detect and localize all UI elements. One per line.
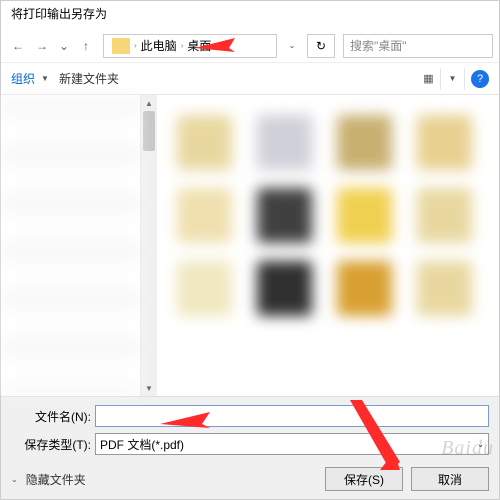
hide-folders-link[interactable]: 隐藏文件夹: [26, 471, 317, 488]
crumb-this-pc[interactable]: 此电脑: [141, 37, 177, 54]
scroll-down-icon[interactable]: ▼: [141, 380, 157, 396]
chevron-down-icon[interactable]: ⌄: [11, 475, 18, 484]
folder-icon: [112, 38, 130, 54]
filetype-select[interactable]: PDF 文档(*.pdf) ⌄: [95, 433, 489, 455]
file-thumb[interactable]: [177, 261, 232, 316]
forward-button[interactable]: →: [31, 35, 53, 57]
search-placeholder: 搜索"桌面": [350, 37, 407, 54]
dropdown-history-icon[interactable]: ⌄: [55, 35, 73, 57]
search-input[interactable]: 搜索"桌面": [343, 34, 493, 58]
scroll-up-icon[interactable]: ▲: [141, 95, 157, 111]
file-thumb[interactable]: [417, 261, 472, 316]
help-icon[interactable]: ?: [471, 70, 489, 88]
chevron-right-icon: ›: [134, 41, 137, 50]
file-thumb[interactable]: [417, 115, 472, 170]
filename-label: 文件名(N):: [11, 408, 91, 425]
file-thumb[interactable]: [177, 188, 232, 243]
file-thumb[interactable]: [337, 188, 392, 243]
filetype-value: PDF 文档(*.pdf): [100, 436, 184, 453]
crumb-desktop[interactable]: 桌面: [187, 37, 211, 54]
chevron-right-icon: ›: [181, 41, 184, 50]
organize-menu[interactable]: 组织: [11, 70, 35, 87]
file-thumb[interactable]: [257, 261, 312, 316]
file-thumb[interactable]: [417, 188, 472, 243]
new-folder-button[interactable]: 新建文件夹: [59, 70, 119, 87]
view-mode-button[interactable]: ▦: [417, 68, 441, 90]
file-grid[interactable]: [157, 95, 499, 396]
chevron-right-icon: ›: [215, 41, 218, 50]
dialog-title: 将打印输出另存为: [1, 1, 499, 29]
file-thumb[interactable]: [177, 115, 232, 170]
file-thumb[interactable]: [257, 115, 312, 170]
sidebar-scrollbar[interactable]: ▲ ▼: [141, 95, 157, 396]
file-thumb[interactable]: [337, 115, 392, 170]
dialog-body: ▲ ▼: [1, 95, 499, 396]
watermark: Baidu: [441, 437, 494, 460]
sidebar[interactable]: [1, 95, 141, 396]
back-button[interactable]: ←: [7, 35, 29, 57]
path-dropdown-icon[interactable]: ⌄: [283, 35, 301, 57]
view-dropdown-icon[interactable]: ▼: [441, 68, 465, 90]
up-button[interactable]: ↑: [75, 35, 97, 57]
filename-input[interactable]: [95, 405, 489, 427]
filetype-label: 保存类型(T):: [11, 436, 91, 453]
scroll-thumb[interactable]: [143, 111, 155, 151]
file-thumb[interactable]: [257, 188, 312, 243]
refresh-button[interactable]: ↻: [307, 34, 335, 58]
breadcrumb[interactable]: › 此电脑 › 桌面 ›: [103, 34, 277, 58]
dropdown-icon: ▼: [41, 74, 49, 83]
form-area: 文件名(N): 保存类型(T): PDF 文档(*.pdf) ⌄ ⌄ 隐藏文件夹…: [1, 396, 499, 499]
file-thumb[interactable]: [337, 261, 392, 316]
nav-row: ← → ⌄ ↑ › 此电脑 › 桌面 › ⌄ ↻ 搜索"桌面": [1, 29, 499, 63]
save-button[interactable]: 保存(S): [325, 467, 403, 491]
toolbar: 组织 ▼ 新建文件夹 ▦ ▼ ?: [1, 63, 499, 95]
cancel-button[interactable]: 取消: [411, 467, 489, 491]
